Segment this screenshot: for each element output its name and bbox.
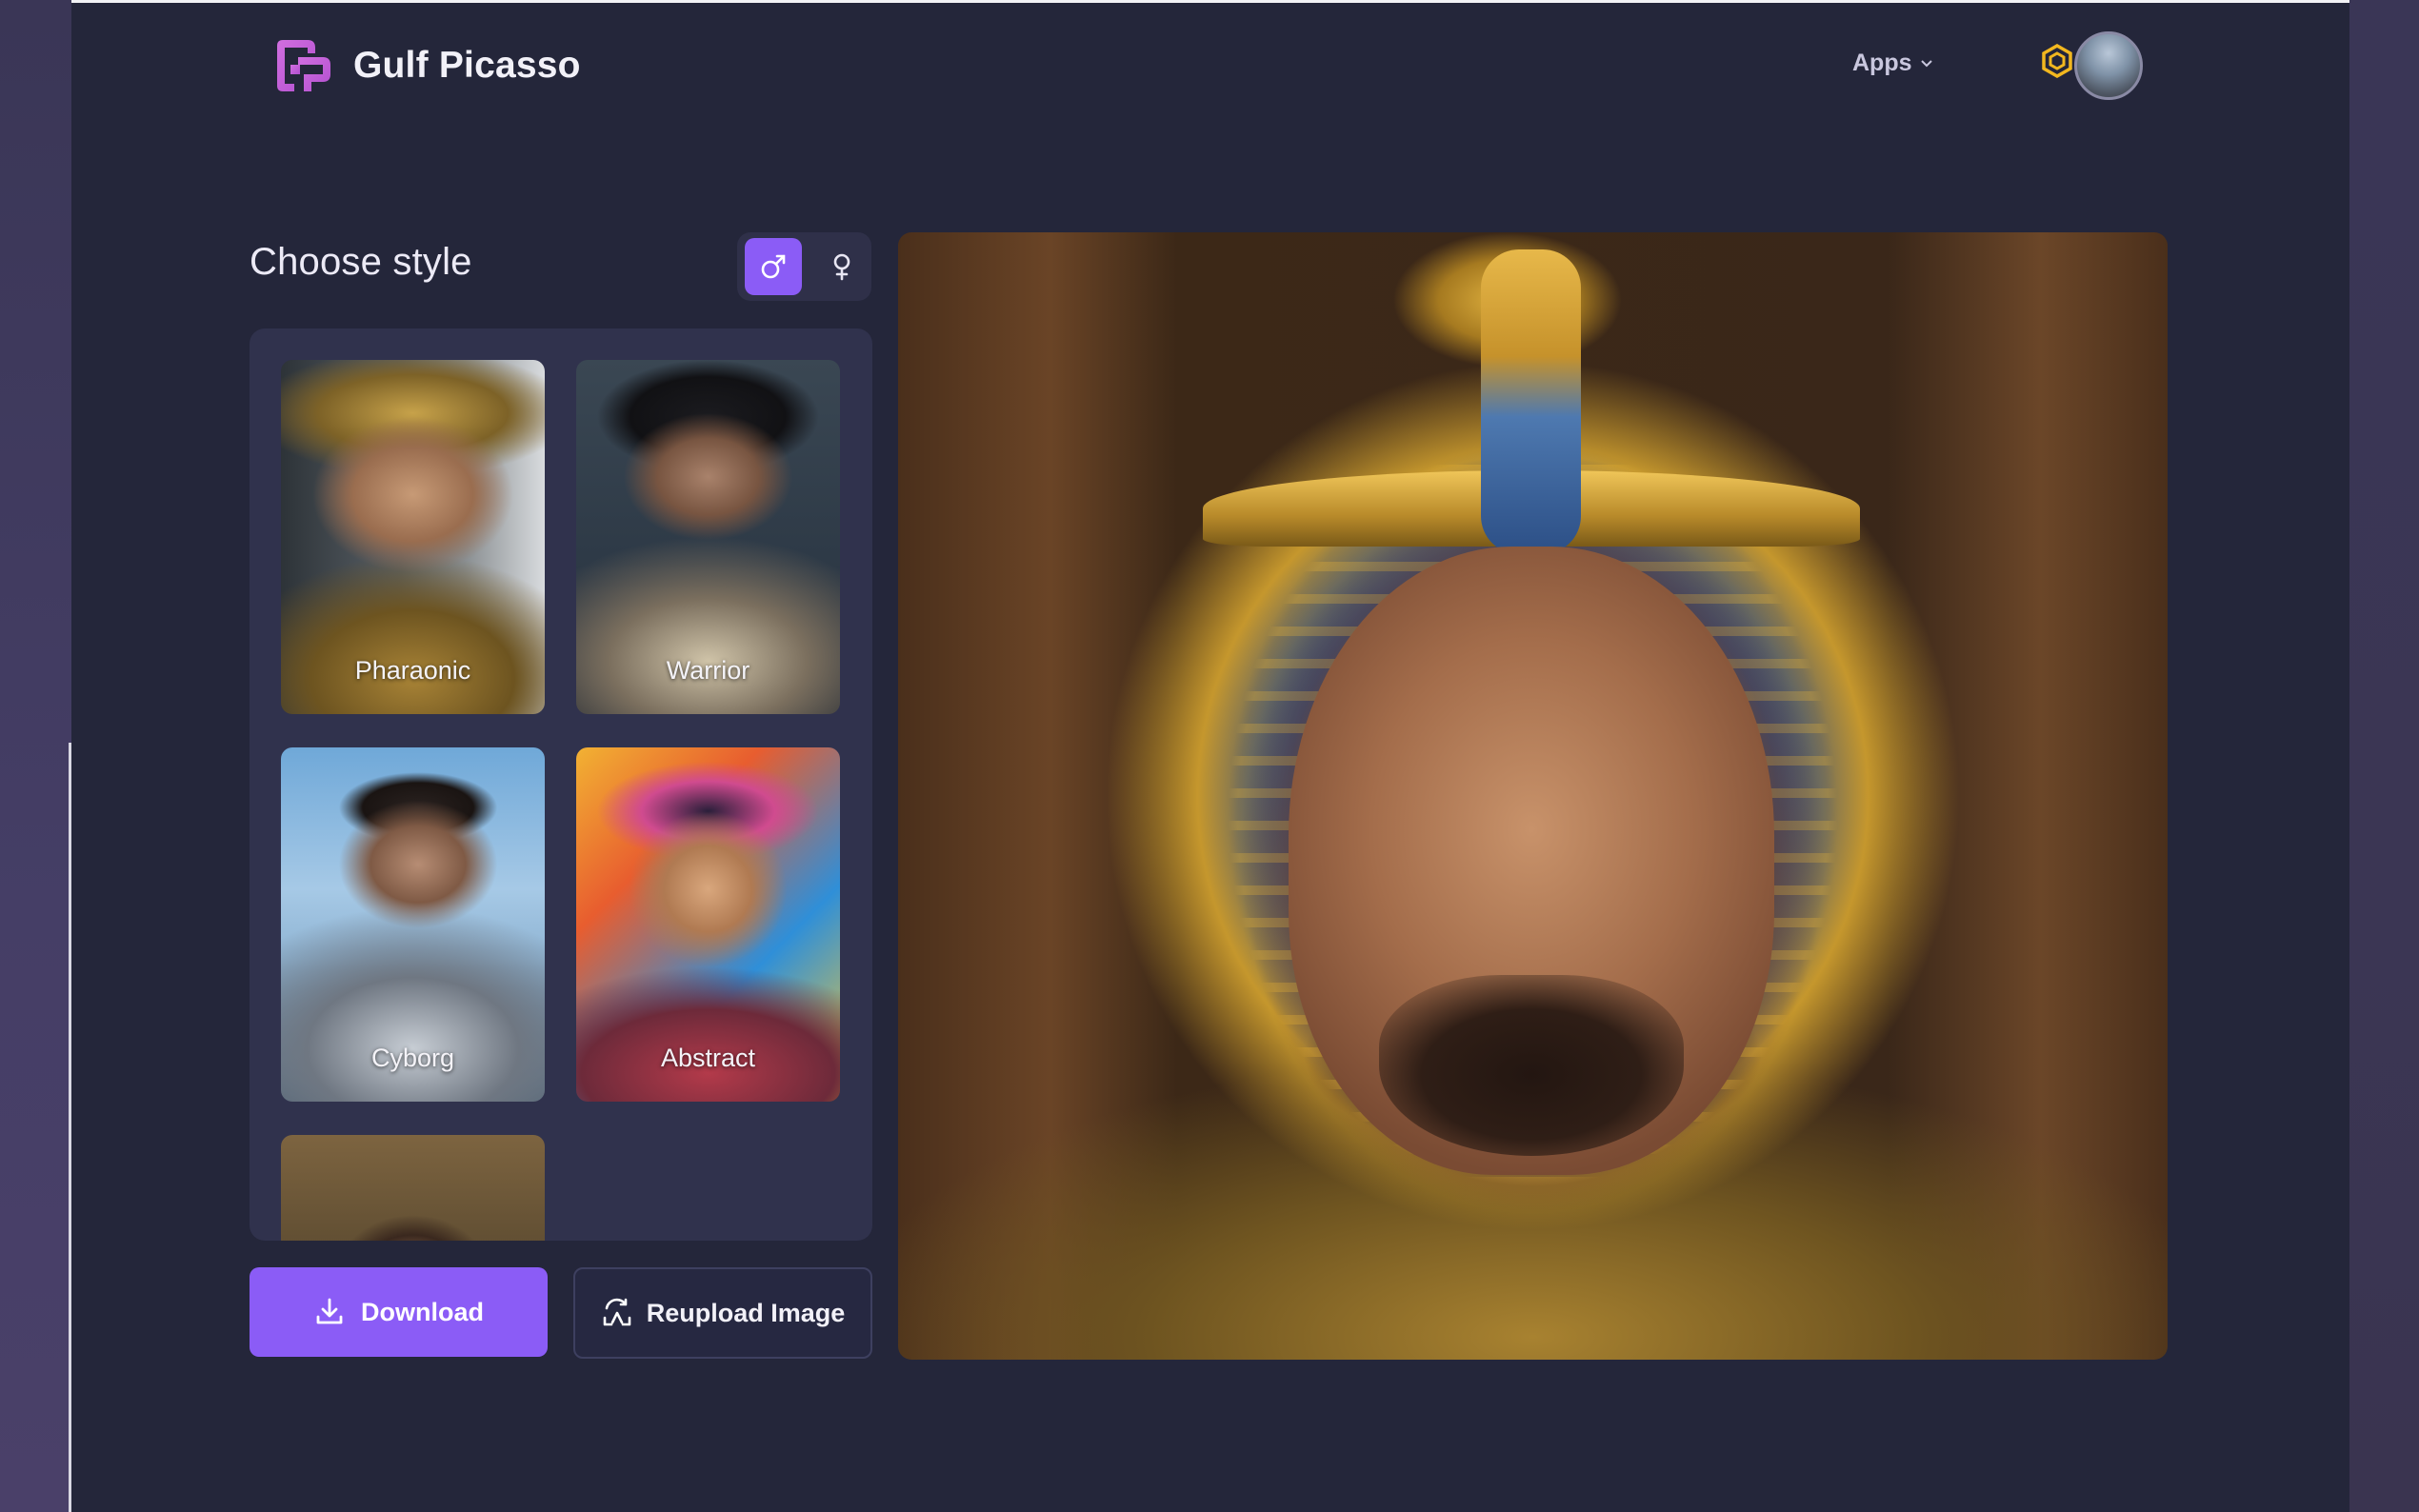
gender-toggle [737,232,871,301]
style-card-partial[interactable] [281,1135,545,1241]
generated-image-preview [898,232,2168,1360]
reupload-image-button[interactable]: Reupload Image [573,1267,872,1359]
apps-menu[interactable]: Apps [1852,50,1933,77]
portrait-beard [1379,975,1684,1156]
reupload-icon [603,1298,631,1326]
download-icon [316,1298,343,1324]
brand-name: Gulf Picasso [353,45,581,86]
reupload-label: Reupload Image [646,1298,846,1327]
desktop-background-left [0,0,71,1512]
logo-icon [277,40,330,91]
brand-logo-link[interactable]: Gulf Picasso [273,36,581,95]
style-label: Pharaonic [354,656,471,685]
male-icon [761,254,786,279]
download-button[interactable]: Download [250,1267,548,1357]
style-label: Warrior [666,656,750,685]
top-border [71,0,2349,3]
user-avatar[interactable] [2074,31,2143,100]
style-label: Abstract [660,1044,756,1072]
uraeus-ornament [1481,249,1581,554]
app-window: Gulf Picasso Apps 87 Choose style [71,0,2349,1512]
download-label: Download [361,1297,484,1326]
choose-style-title: Choose style [250,241,472,283]
chevron-down-icon [1920,59,1932,67]
apps-label: Apps [1852,50,1912,76]
male-toggle-button[interactable] [745,238,802,295]
style-list[interactable]: Pharaonic Warrior Cyborg Abstract [250,328,872,1241]
style-label: Cyborg [370,1044,455,1072]
desktop-background-right [2349,0,2419,1512]
style-card-warrior[interactable]: Warrior [576,360,840,714]
style-card-abstract[interactable]: Abstract [576,747,840,1102]
style-card-cyborg[interactable]: Cyborg [281,747,545,1102]
female-icon [833,253,850,281]
style-card-pharaonic[interactable]: Pharaonic [281,360,545,714]
coin-icon [2042,44,2072,78]
female-toggle-button[interactable] [813,238,870,295]
